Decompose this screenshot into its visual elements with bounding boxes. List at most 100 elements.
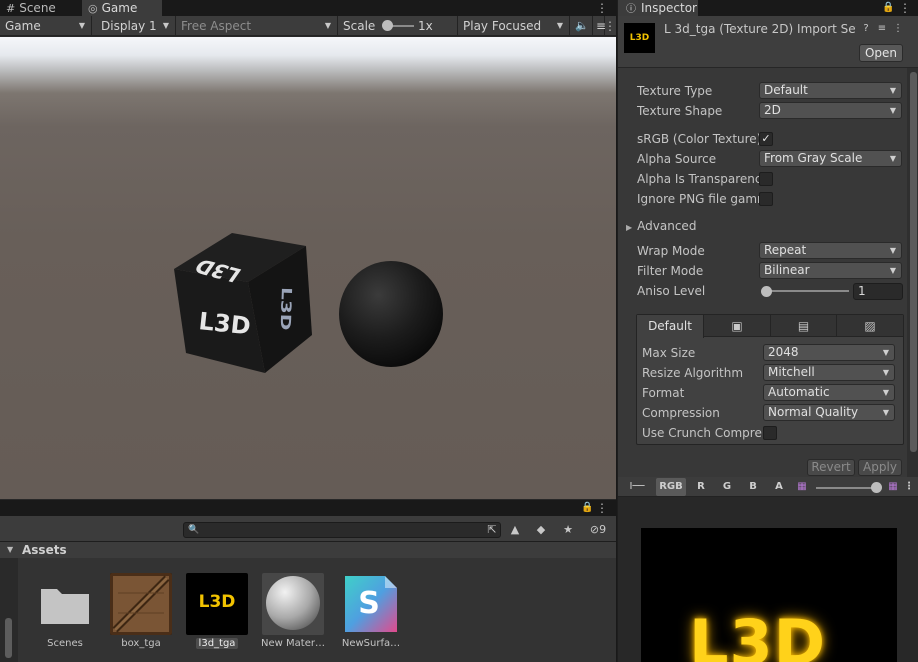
compression-value: Normal Quality: [768, 405, 859, 419]
tab-game[interactable]: ◎ Game: [82, 0, 162, 16]
filter-by-type-icon[interactable]: ▲: [507, 522, 523, 537]
chevron-down-icon: ▼: [556, 21, 563, 30]
aniso-slider-track[interactable]: [765, 290, 849, 292]
filter-mode-dropdown[interactable]: Bilinear ▼: [759, 262, 902, 279]
format-dropdown[interactable]: Automatic ▼: [763, 384, 895, 401]
resize-algorithm-dropdown[interactable]: Mitchell ▼: [763, 364, 895, 381]
format-value: Automatic: [768, 385, 830, 399]
inspector-tabbar: ⓘ Inspector 🔒 ⋮: [618, 0, 918, 16]
revert-button[interactable]: Revert: [807, 459, 855, 476]
tab-inspector[interactable]: ⓘ Inspector: [618, 0, 698, 16]
hidden-packages-count: 9: [599, 523, 607, 536]
mip-small-icon: ▦: [797, 481, 807, 492]
filter-by-label-icon[interactable]: ◆: [533, 522, 549, 537]
inspector-title: L 3d_tga (Texture 2D) Import Settings: [664, 22, 856, 36]
platform-settings-box: Default ▣ ▤ ▨ Max Size 2048 ▼ Resize Algo…: [636, 314, 904, 445]
view-dropdown[interactable]: Game ▼: [0, 16, 92, 36]
favorite-star-icon[interactable]: ★: [560, 522, 576, 537]
toolbar-kebab-icon[interactable]: ⋮: [604, 20, 616, 32]
channel-b-button[interactable]: B: [742, 478, 764, 496]
display-dropdown-value: Display 1: [101, 19, 157, 33]
mip-level-slider-track[interactable]: [816, 487, 878, 489]
kebab-menu-icon[interactable]: ⋮: [596, 0, 608, 16]
l3d-thumb-text: L3D: [198, 592, 236, 612]
tab-platform-server[interactable]: ▤: [771, 315, 837, 337]
scene-render: L3D L3D L3D: [174, 233, 443, 373]
lock-icon[interactable]: 🔒: [882, 0, 894, 16]
presets-sliders-icon[interactable]: ≡: [876, 22, 888, 36]
tab-platform-webgl[interactable]: ▨: [837, 315, 903, 337]
use-crunch-checkbox[interactable]: [763, 426, 777, 440]
game-viewport[interactable]: L3D L3D L3D: [0, 37, 616, 499]
scale-slider-handle[interactable]: [382, 20, 393, 31]
texture-preview-image: L3D: [641, 528, 897, 662]
scrollbar-thumb[interactable]: [5, 618, 12, 658]
chevron-down-icon: ▼: [889, 106, 896, 115]
asset-item-scenes[interactable]: Scenes: [34, 573, 98, 659]
texture-type-dropdown[interactable]: Default ▼: [759, 82, 902, 99]
chevron-down-icon: ▼: [882, 368, 889, 377]
aniso-level-input[interactable]: 1: [853, 283, 903, 300]
channel-rgb-button[interactable]: RGB: [656, 478, 686, 496]
mip-level-slider-handle[interactable]: [871, 482, 882, 493]
grid-icon: #: [6, 2, 16, 15]
assets-breadcrumb[interactable]: ▼ Assets: [0, 542, 616, 558]
chevron-down-icon: ▼: [162, 21, 169, 30]
channel-g-button[interactable]: G: [716, 478, 738, 496]
scrollbar-thumb[interactable]: [910, 72, 917, 452]
help-icon[interactable]: ?: [860, 22, 872, 36]
speaker-icon: 🔈: [575, 19, 589, 32]
lock-icon[interactable]: 🔒: [581, 500, 593, 516]
wrap-mode-value: Repeat: [764, 243, 807, 257]
play-mode-value: Play Focused: [463, 19, 542, 33]
inspector-kebab-icon[interactable]: ⋮: [899, 0, 911, 16]
chevron-down-icon: ▼: [889, 246, 896, 255]
wrap-mode-dropdown[interactable]: Repeat ▼: [759, 242, 902, 259]
advanced-foldout[interactable]: ▶ Advanced: [626, 217, 696, 235]
search-window-icon[interactable]: ⇱: [484, 522, 500, 537]
tab-scene[interactable]: # Scene: [0, 0, 80, 16]
chevron-down-icon: ▼: [889, 86, 896, 95]
aniso-slider-handle[interactable]: [761, 286, 772, 297]
srgb-label: sRGB (Color Texture): [637, 132, 759, 146]
ignore-png-gamma-label: Ignore PNG file gamma: [637, 192, 759, 206]
asset-item-new-surface-shader[interactable]: S NewSurfa…: [340, 573, 404, 659]
display-dropdown[interactable]: Display 1 ▼: [96, 16, 176, 36]
mute-audio-button[interactable]: 🔈: [571, 16, 593, 36]
search-input[interactable]: 🔍: [183, 522, 501, 538]
texture-type-label: Texture Type: [637, 84, 713, 98]
crate-texture-thumbnail: [110, 573, 172, 635]
preview-kebab-icon[interactable]: ⋮: [904, 478, 914, 496]
asset-name: New Mater…: [261, 638, 325, 649]
folder-icon: [34, 573, 96, 635]
channel-r-button[interactable]: R: [690, 478, 712, 496]
aspect-dropdown[interactable]: Free Aspect ▼: [176, 16, 338, 36]
compression-label: Compression: [642, 406, 720, 420]
alpha-transparency-checkbox[interactable]: [759, 172, 773, 186]
max-size-dropdown[interactable]: 2048 ▼: [763, 344, 895, 361]
srgb-checkbox[interactable]: ✓: [759, 132, 773, 146]
alpha-source-dropdown[interactable]: From Gray Scale ▼: [759, 150, 902, 167]
tab-platform-default[interactable]: Default: [637, 315, 704, 338]
assets-scrollbar[interactable]: [0, 558, 18, 662]
preview-resize-handle-icon[interactable]: I──: [622, 478, 652, 496]
open-button[interactable]: Open: [859, 44, 903, 62]
tab-platform-standalone[interactable]: ▣: [704, 315, 771, 337]
play-mode-dropdown[interactable]: Play Focused ▼: [458, 16, 570, 36]
channel-a-button[interactable]: A: [768, 478, 790, 496]
resize-algorithm-value: Mitchell: [768, 365, 815, 379]
apply-button[interactable]: Apply: [858, 459, 902, 476]
texture-shape-label: Texture Shape: [637, 104, 723, 118]
texture-shape-dropdown[interactable]: 2D ▼: [759, 102, 902, 119]
asset-item-new-material[interactable]: New Mater…: [261, 573, 326, 659]
asset-item-l3d-tga[interactable]: L3D l3d_tga: [186, 573, 250, 659]
project-kebab-icon[interactable]: ⋮: [596, 500, 608, 516]
asset-item-box-tga[interactable]: box_tga: [110, 573, 174, 659]
scale-value: 1x: [418, 19, 433, 33]
hidden-packages-toggle[interactable]: ⊘9: [585, 522, 611, 537]
ignore-png-gamma-checkbox[interactable]: [759, 192, 773, 206]
compression-dropdown[interactable]: Normal Quality ▼: [763, 404, 895, 421]
texture-preview-panel: I── RGB R G B A ▦ ▦ ⋮ L3D: [617, 477, 918, 662]
inspector-scrollbar[interactable]: [907, 68, 918, 477]
header-kebab-icon[interactable]: ⋮: [892, 22, 904, 36]
